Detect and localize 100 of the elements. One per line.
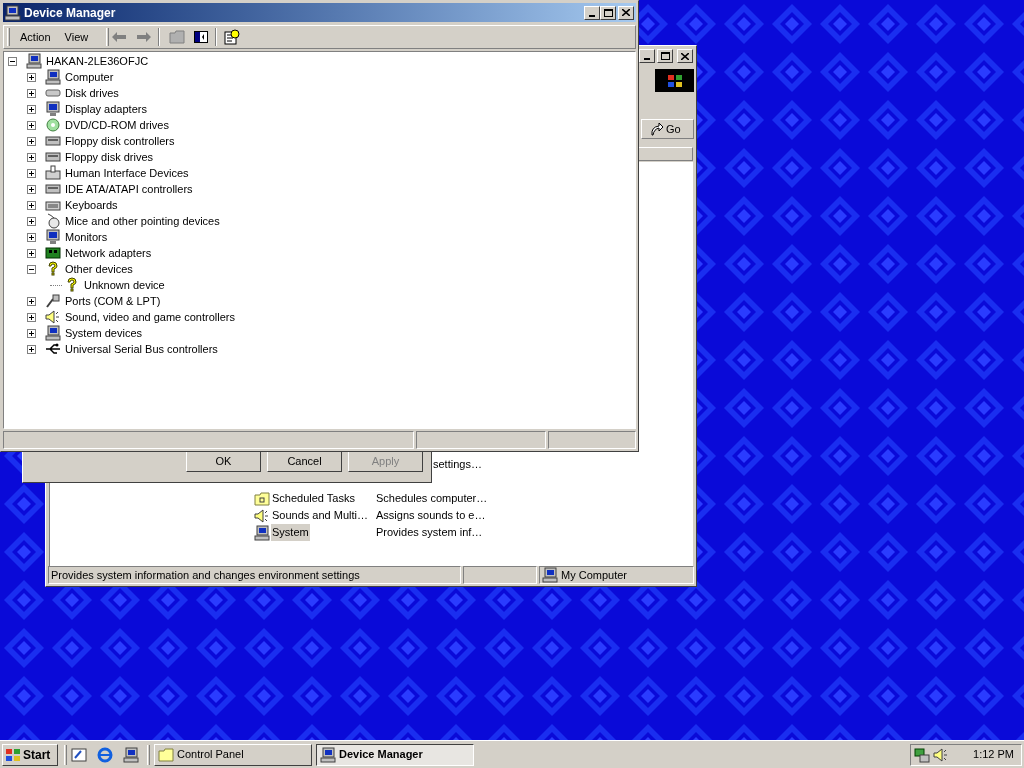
tree-item[interactable]: DVD/CD-ROM drives [64, 116, 170, 134]
item-description: Provides system inf… [376, 525, 483, 541]
clock: 1:12 PM [973, 747, 1015, 763]
tree-item[interactable]: Keyboards [64, 196, 119, 214]
tree-item[interactable]: Mice and other pointing devices [64, 212, 221, 230]
expander-icon[interactable] [27, 296, 36, 306]
tree-item[interactable]: Disk drives [64, 84, 120, 102]
expander-icon[interactable] [27, 264, 36, 274]
question-mark-icon [45, 261, 61, 277]
arrow-icon [650, 122, 664, 136]
panel-icon[interactable] [194, 31, 209, 43]
dialog-button[interactable]: OK [186, 451, 261, 472]
expander-icon[interactable] [27, 312, 36, 322]
browser-icon[interactable] [97, 746, 113, 763]
back-icon[interactable] [112, 32, 127, 42]
item-description: settings… [433, 457, 482, 473]
speaker-icon [45, 309, 61, 325]
usb-icon [45, 341, 61, 357]
maximize-button[interactable] [600, 5, 616, 20]
tree-item[interactable]: IDE ATA/ATAPI controllers [64, 180, 194, 198]
maximize-button[interactable] [657, 49, 673, 63]
tree-item[interactable]: Floppy disk controllers [64, 132, 176, 150]
drive-icon [45, 149, 61, 165]
plug-icon [45, 293, 61, 309]
drive-icon [45, 181, 61, 197]
tree-item[interactable]: Monitors [64, 228, 109, 246]
speaker-icon [933, 746, 947, 763]
computer-icon [542, 567, 558, 583]
minimize-button[interactable] [584, 5, 600, 20]
device-icon [45, 165, 61, 181]
folder-icon [158, 746, 174, 763]
speaker-icon [254, 507, 270, 524]
computer-icon [254, 524, 270, 541]
taskbar-button[interactable]: Device Manager [316, 743, 474, 766]
zone-label: My Computer [561, 567, 628, 583]
expander-icon[interactable] [27, 120, 36, 130]
computer-icon [5, 4, 21, 21]
tree-item[interactable]: Display adapters [64, 100, 148, 118]
window-title: Device Manager [24, 4, 117, 22]
properties-icon[interactable] [224, 29, 241, 45]
monitor-icon [45, 229, 61, 245]
tree-item[interactable]: Human Interface Devices [64, 164, 190, 182]
tree-item[interactable]: Network adapters [64, 244, 153, 262]
drive-icon [45, 133, 61, 149]
disc-icon [45, 117, 61, 133]
expander-icon[interactable] [27, 136, 36, 146]
minimize-button[interactable] [639, 49, 655, 63]
windows-logo [655, 69, 694, 92]
expander-icon[interactable] [27, 216, 36, 226]
computer-icon [45, 325, 61, 341]
network-card-icon [45, 245, 61, 261]
menu-item[interactable]: View [57, 28, 96, 46]
dialog-button[interactable]: Cancel [267, 451, 342, 472]
tree-item[interactable]: Ports (COM & LPT) [64, 292, 162, 310]
tree-item[interactable]: Other devices [64, 260, 134, 278]
folder-icon [254, 490, 270, 507]
item-description: Schedules computer… [376, 491, 488, 507]
network-icon [914, 746, 930, 763]
expander-icon[interactable] [27, 152, 36, 162]
tree-item[interactable]: Computer [64, 68, 115, 86]
computer-icon[interactable] [123, 746, 139, 763]
taskbar-button[interactable]: Control Panel [154, 743, 312, 766]
tree-item[interactable]: Universal Serial Bus controllers [64, 340, 219, 358]
item-description: Assigns sounds to e… [376, 508, 486, 524]
expander-icon[interactable] [27, 168, 36, 178]
tree-item[interactable]: Sound, video and game controllers [64, 308, 236, 326]
start-button[interactable]: Start [2, 743, 58, 766]
tree-item[interactable]: Unknown device [83, 276, 166, 294]
flag-icon [5, 747, 21, 762]
expander-icon[interactable] [27, 104, 36, 114]
list-item[interactable]: Scheduled Tasks [271, 490, 356, 507]
tree-item[interactable]: Floppy disk drives [64, 148, 155, 166]
mouse-icon [45, 213, 61, 229]
list-item[interactable]: System [271, 524, 310, 541]
computer-icon [26, 53, 42, 69]
close-button[interactable] [618, 5, 634, 20]
computer-icon [320, 746, 336, 763]
expander-icon[interactable] [27, 184, 36, 194]
expander-icon[interactable] [27, 328, 36, 338]
question-mark-icon [64, 277, 80, 293]
close-icon [622, 9, 630, 16]
expander-icon[interactable] [27, 232, 36, 242]
list-item[interactable]: Sounds and Multi… [271, 507, 369, 524]
tree-item[interactable]: System devices [64, 324, 144, 342]
menu-item[interactable]: Action [13, 28, 58, 46]
tree-item[interactable]: HAKAN-2LE36OFJC [45, 52, 150, 70]
desktop-icon[interactable] [71, 746, 87, 763]
expander-icon[interactable] [27, 72, 36, 82]
go-button[interactable]: Go [641, 119, 694, 139]
expander-icon[interactable] [27, 344, 36, 354]
expander-icon[interactable] [27, 248, 36, 258]
status-text: Provides system information and changes environment settings [51, 569, 360, 581]
close-icon [681, 52, 689, 60]
close-button[interactable] [677, 49, 693, 63]
expander-icon[interactable] [27, 88, 36, 98]
computer-icon [45, 69, 61, 85]
forward-icon[interactable] [137, 32, 152, 42]
expander-icon[interactable] [27, 200, 36, 210]
expander-icon[interactable] [8, 56, 17, 66]
monitor-icon [45, 101, 61, 117]
